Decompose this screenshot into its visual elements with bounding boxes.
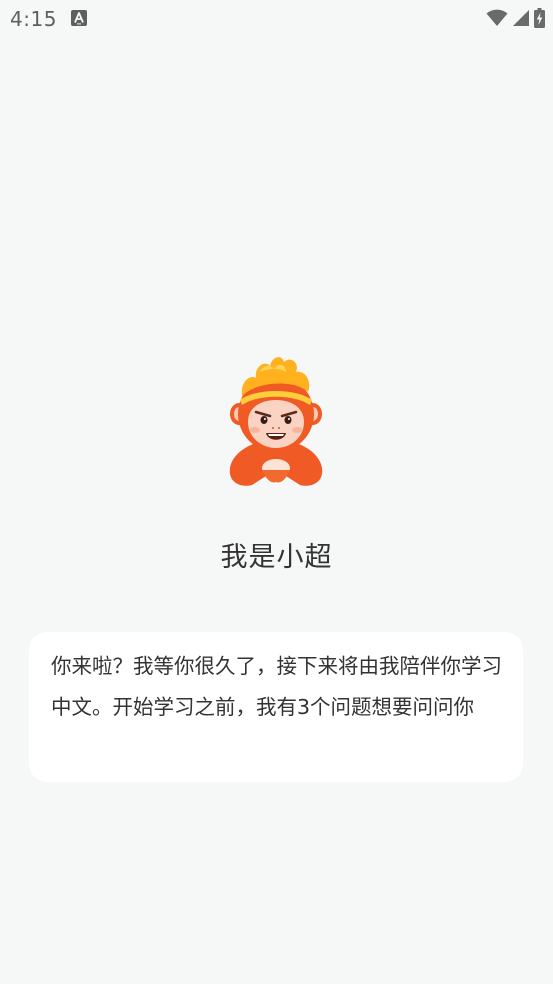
font-a-icon — [71, 10, 87, 26]
monkey-mascot-icon — [229, 357, 323, 486]
mascot-name: 我是小超 — [220, 542, 333, 573]
wifi-icon — [486, 9, 508, 26]
cellular-signal-icon — [513, 10, 529, 26]
status-icons — [486, 8, 545, 28]
status-bar: 4:15 — [0, 0, 553, 36]
message-text: 你来啦？我等你很久了，接下来将由我陪伴你学习中文。开始学习之前，我有3个问题想要… — [51, 654, 502, 719]
battery-charging-icon — [534, 8, 545, 28]
message-card: 你来啦？我等你很久了，接下来将由我陪伴你学习中文。开始学习之前，我有3个问题想要… — [29, 632, 523, 782]
status-time: 4:15 — [10, 7, 57, 31]
